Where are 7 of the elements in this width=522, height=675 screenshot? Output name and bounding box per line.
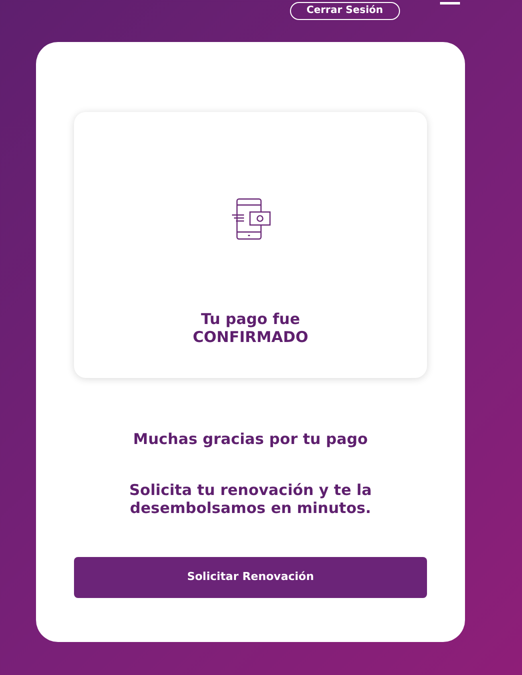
thanks-text: Muchas gracias por tu pago <box>133 429 368 450</box>
renewal-message: Solicita tu renovación y te la desembolsamos en minutos. <box>128 480 373 516</box>
payment-status-text: Tu pago fue CONFIRMADO <box>192 310 308 346</box>
request-renewal-button[interactable]: Solicitar Renovación <box>74 556 427 598</box>
logout-button[interactable]: Cerrar Sesión <box>290 2 400 20</box>
phone-payment-icon <box>230 198 270 240</box>
menu-icon[interactable] <box>440 2 460 6</box>
